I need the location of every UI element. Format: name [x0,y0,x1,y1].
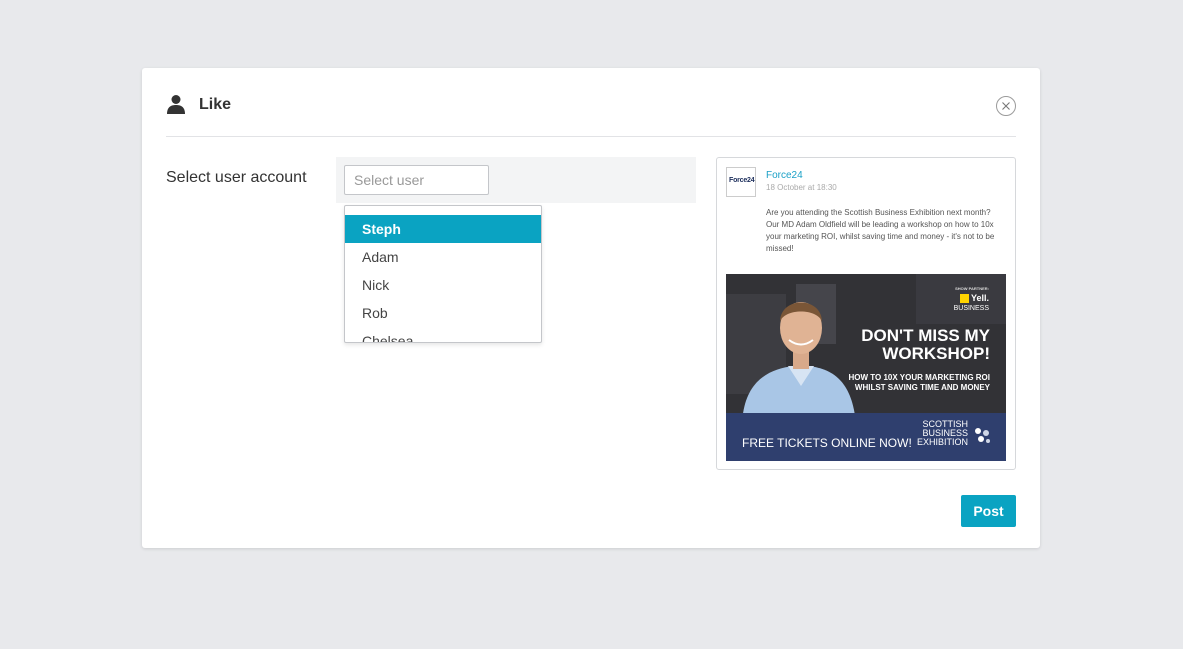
user-dropdown[interactable]: Steph Adam Nick Rob Chelsea [344,205,542,343]
post-text: Are you attending the Scottish Business … [766,208,995,253]
ad-exhibition-name: SCOTTISH BUSINESS EXHIBITION [888,420,968,447]
page-name-link[interactable]: Force24 [766,170,803,181]
user-icon [166,94,186,114]
select-user-field [336,157,696,203]
yell-logo-icon [960,294,969,303]
ad-exhibition-line-3: EXHIBITION [916,437,968,447]
ad-subline: HOW TO 10X YOUR MARKETING ROI WHILST SAV… [848,373,991,392]
modal-title: Like [199,96,232,113]
post-date: 18 October at 18:30 [766,183,837,192]
user-options-list: Steph Adam Nick Rob Chelsea [345,206,541,342]
ad-logo-name: Yell. [970,293,989,303]
user-option-adam[interactable]: Adam [345,243,541,271]
like-modal: Like Select user account Steph Adam Nick… [142,68,1040,548]
ad-footer: FREE TICKETS ONLINE NOW! SCOTTISH BUSINE… [726,413,1006,461]
avatar-logo-text: Force24 [729,177,755,184]
ad-partner-label: SHOW PARTNER: [955,286,989,291]
ad-cta: FREE TICKETS ONLINE NOW! [742,436,912,450]
user-option-nick[interactable]: Nick [345,271,541,299]
post-button[interactable]: Post [961,495,1016,527]
ad-headline: DON'T MISS MY WORKSHOP! [861,326,990,363]
close-icon [1002,102,1010,110]
close-button[interactable] [996,96,1016,116]
select-user-input[interactable] [344,165,489,195]
post-image: SHOW PARTNER: Yell. BUSINESS DON'T MISS … [726,274,1006,461]
user-option-chelsea[interactable]: Chelsea [345,327,541,342]
modal-header: Like [166,90,1016,137]
user-option-steph[interactable]: Steph [345,215,541,243]
exhibition-logo-icon [975,428,990,443]
select-user-label: Select user account [166,169,307,186]
page-avatar: Force24 [726,167,756,197]
ad-logo-sub: BUSINESS [953,305,989,312]
user-option-rob[interactable]: Rob [345,299,541,327]
post-preview: Force24 Force24 18 October at 18:30 Are … [716,157,1016,470]
